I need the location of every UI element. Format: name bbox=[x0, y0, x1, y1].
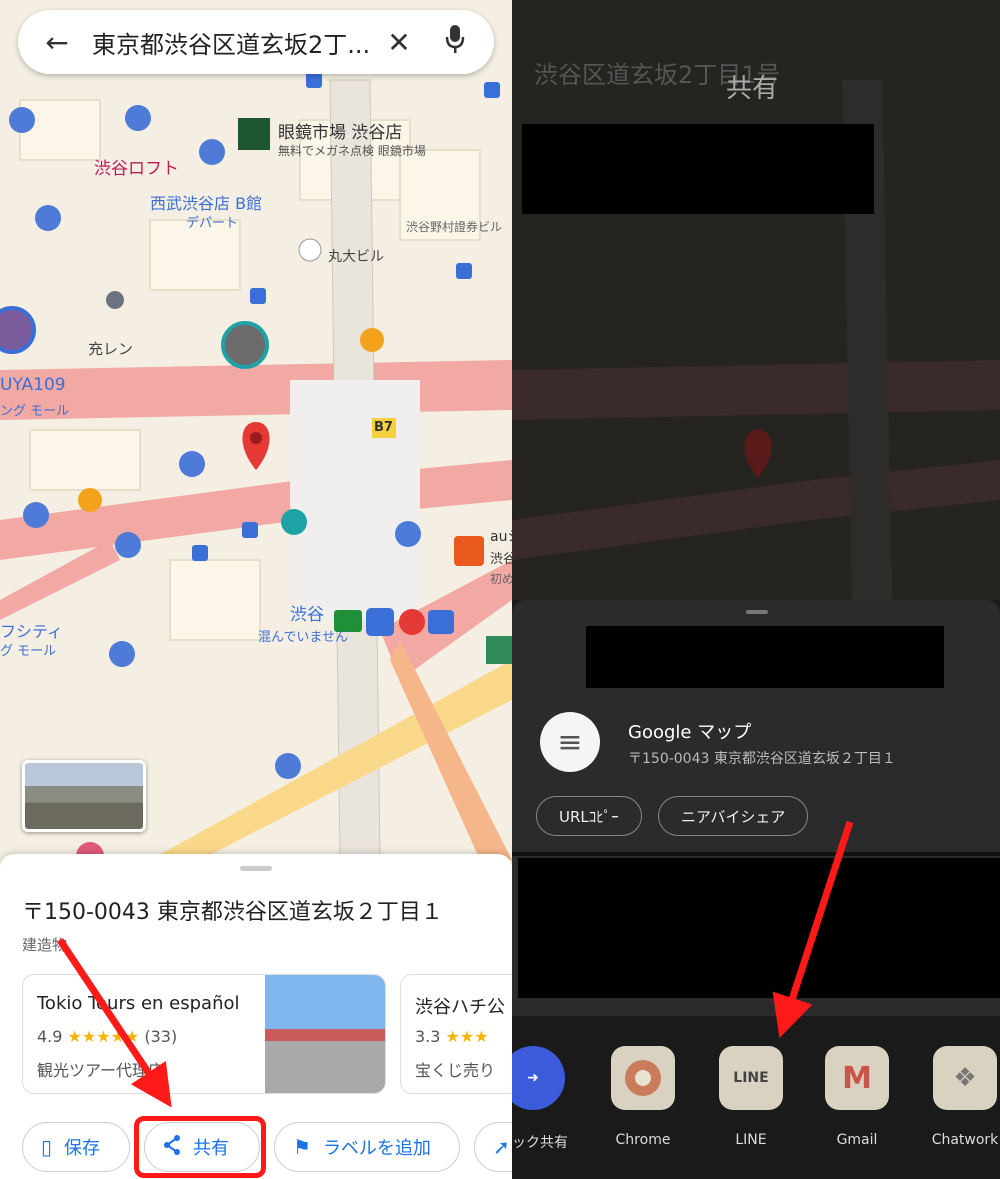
arrow-to-line bbox=[772, 820, 854, 1038]
screenshot-root: 眼鏡市場 渋谷店 無料でメガネ点検 眼鏡市場 渋谷ロフト 西武渋谷店 B館 デパ… bbox=[0, 0, 1000, 1179]
arrow-to-share bbox=[57, 938, 172, 1108]
annotation-arrows bbox=[57, 820, 854, 1108]
